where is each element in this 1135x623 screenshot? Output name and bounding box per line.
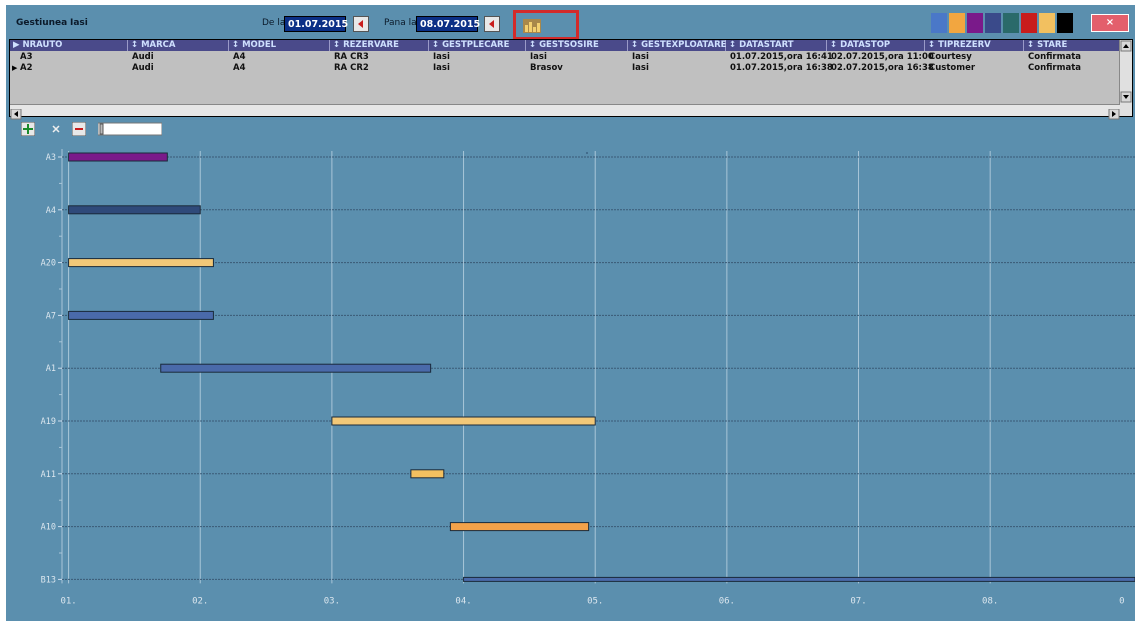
gantt-bar bbox=[68, 310, 214, 320]
x-tick-label: 0 bbox=[1119, 596, 1124, 606]
y-tick-label: A19 bbox=[41, 417, 56, 427]
table-cell: Iasi bbox=[433, 52, 450, 62]
x-tick-label: 04. bbox=[455, 596, 471, 606]
table-cell: RA CR2 bbox=[334, 63, 369, 73]
color-swatch[interactable] bbox=[1021, 13, 1037, 33]
y-tick-label: A7 bbox=[46, 311, 56, 321]
x-tick-label: 05. bbox=[587, 596, 603, 606]
y-tick-label: A11 bbox=[41, 470, 56, 480]
table-cell: Iasi bbox=[632, 52, 649, 62]
zoom-slider[interactable] bbox=[97, 121, 163, 136]
table-row[interactable]: A2 Audi A4 RA CR2 Iasi Brasov Iasi 01.07.2015,o… bbox=[10, 63, 1120, 73]
table-cell: 02.07.2015,ora 16:38 bbox=[831, 63, 934, 73]
gantt-bar bbox=[410, 469, 445, 479]
vertical-scrollbar[interactable] bbox=[1119, 40, 1132, 116]
y-tick-label: A1 bbox=[46, 364, 56, 374]
gantt-bar bbox=[463, 576, 1135, 582]
toolbar: Gestiunea Iasi De la 01.07.2015 Pana la … bbox=[6, 5, 1135, 40]
table-cell: Iasi bbox=[530, 52, 547, 62]
table-cell: A3 bbox=[20, 52, 33, 62]
column-header-tiprezerv[interactable]: ↕ TIPREZERV bbox=[925, 40, 1024, 51]
table-cell: A2 bbox=[20, 63, 33, 73]
table-cell: Audi bbox=[132, 63, 154, 73]
app-window: Gestiunea Iasi De la 01.07.2015 Pana la … bbox=[6, 5, 1135, 621]
dela-label: De la bbox=[262, 18, 286, 28]
column-header-gestsosire[interactable]: ↕ GESTSOSIRE bbox=[526, 40, 628, 51]
table-cell: Confirmata bbox=[1028, 63, 1082, 73]
column-header-datastop[interactable]: ↕ DATASTOP bbox=[827, 40, 925, 51]
zoom-out-button[interactable] bbox=[71, 121, 87, 137]
arrow-left-icon bbox=[489, 20, 494, 28]
color-swatch[interactable] bbox=[1039, 13, 1055, 33]
color-swatch[interactable] bbox=[985, 13, 1001, 33]
table-header: ▶ NRAUTO ↕ MARCA ↕ MODEL ↕ REZERVARE ↕ GESTP… bbox=[10, 40, 1120, 51]
color-swatch[interactable] bbox=[1003, 13, 1019, 33]
column-header-nrauto[interactable]: ▶ NRAUTO bbox=[10, 40, 128, 51]
column-header-stare[interactable]: ↕ STARE bbox=[1024, 40, 1120, 51]
table-row[interactable]: A3 Audi A4 RA CR3 Iasi Iasi Iasi 01.07.2015,ora… bbox=[10, 52, 1120, 62]
gantt-bar bbox=[68, 205, 201, 215]
x-tick-label: 06. bbox=[719, 596, 735, 606]
table-cell: Customer bbox=[929, 63, 976, 73]
column-header-model[interactable]: ↕ MODEL bbox=[229, 40, 330, 51]
x-tick-label: 02. bbox=[192, 596, 208, 606]
dela-date-field[interactable]: 01.07.2015 bbox=[284, 16, 348, 32]
pana-dropdown-button[interactable] bbox=[484, 16, 500, 32]
x-tick-label: 07. bbox=[850, 596, 866, 606]
table-cell: Confirmata bbox=[1028, 52, 1082, 62]
column-header-gestexploatare[interactable]: ↕ GESTEXPLOATARE bbox=[628, 40, 726, 51]
color-swatch[interactable] bbox=[931, 13, 947, 33]
current-row-marker: ▶ bbox=[12, 64, 18, 72]
pana-date-field[interactable]: 08.07.2015 bbox=[416, 16, 480, 32]
dela-dropdown-button[interactable] bbox=[353, 16, 369, 32]
gantt-chart: 01. 02. 03. 04. 05. 06. 07. 08. 0 A3 A4 A20 A7 A1 A19 A… bbox=[41, 149, 1135, 606]
x-tick-label: 03. bbox=[324, 596, 340, 606]
arrow-left-icon bbox=[358, 20, 363, 28]
gestiunea-value[interactable]: Iasi bbox=[70, 18, 88, 28]
gestiunea-label: Gestiunea bbox=[16, 18, 68, 28]
x-tick-label: 01. bbox=[60, 596, 76, 606]
table-cell: Audi bbox=[132, 52, 154, 62]
gantt-bar bbox=[68, 258, 214, 268]
horizontal-scrollbar[interactable] bbox=[10, 104, 1120, 120]
pana-label: Pana la bbox=[384, 18, 417, 28]
table-cell: RA CR3 bbox=[334, 52, 369, 62]
x-tick-label: 08. bbox=[982, 596, 998, 606]
table-cell: 02.07.2015,ora 11:00 bbox=[831, 52, 934, 62]
color-swatch[interactable] bbox=[949, 13, 965, 33]
y-tick-label: A3 bbox=[46, 153, 56, 163]
column-header-marca[interactable]: ↕ MARCA bbox=[128, 40, 229, 51]
table-cell: Brasov bbox=[530, 63, 563, 73]
table-cell: 01.07.2015,ora 16:38 bbox=[730, 63, 833, 73]
minus-icon bbox=[71, 121, 87, 137]
x-icon bbox=[52, 125, 60, 133]
y-tick-label: A20 bbox=[41, 259, 56, 269]
reservations-table: ▶ NRAUTO ↕ MARCA ↕ MODEL ↕ REZERVARE ↕ GESTP… bbox=[9, 39, 1133, 120]
add-zoom-button[interactable] bbox=[20, 121, 36, 137]
column-header-rezervare[interactable]: ↕ REZERVARE bbox=[330, 40, 429, 51]
table-cell: 01.07.2015,ora 16:41 bbox=[730, 52, 833, 62]
table-cell: Iasi bbox=[433, 63, 450, 73]
gantt-bar bbox=[449, 522, 590, 532]
gantt-bar bbox=[331, 416, 596, 426]
column-header-datastart[interactable]: ↕ DATASTART bbox=[726, 40, 827, 51]
y-tick-label: A10 bbox=[41, 523, 56, 533]
column-header-gestplecare[interactable]: ↕ GESTPLECARE bbox=[429, 40, 526, 51]
y-tick-label: B13 bbox=[41, 575, 56, 585]
reset-zoom-button[interactable] bbox=[50, 121, 62, 135]
color-swatch[interactable] bbox=[1057, 13, 1073, 33]
table-cell: Courtesy bbox=[929, 52, 972, 62]
color-swatch[interactable] bbox=[967, 13, 983, 33]
close-button[interactable]: × bbox=[1091, 14, 1129, 32]
table-cell: A4 bbox=[233, 52, 246, 62]
table-cell: Iasi bbox=[632, 63, 649, 73]
chart-refresh-button[interactable] bbox=[523, 18, 541, 33]
bar-chart-icon bbox=[523, 19, 541, 33]
plus-icon bbox=[20, 121, 36, 137]
gantt-bar bbox=[68, 152, 168, 162]
gantt-bar bbox=[160, 363, 432, 373]
table-cell: A4 bbox=[233, 63, 246, 73]
y-tick-label: A4 bbox=[46, 206, 56, 216]
